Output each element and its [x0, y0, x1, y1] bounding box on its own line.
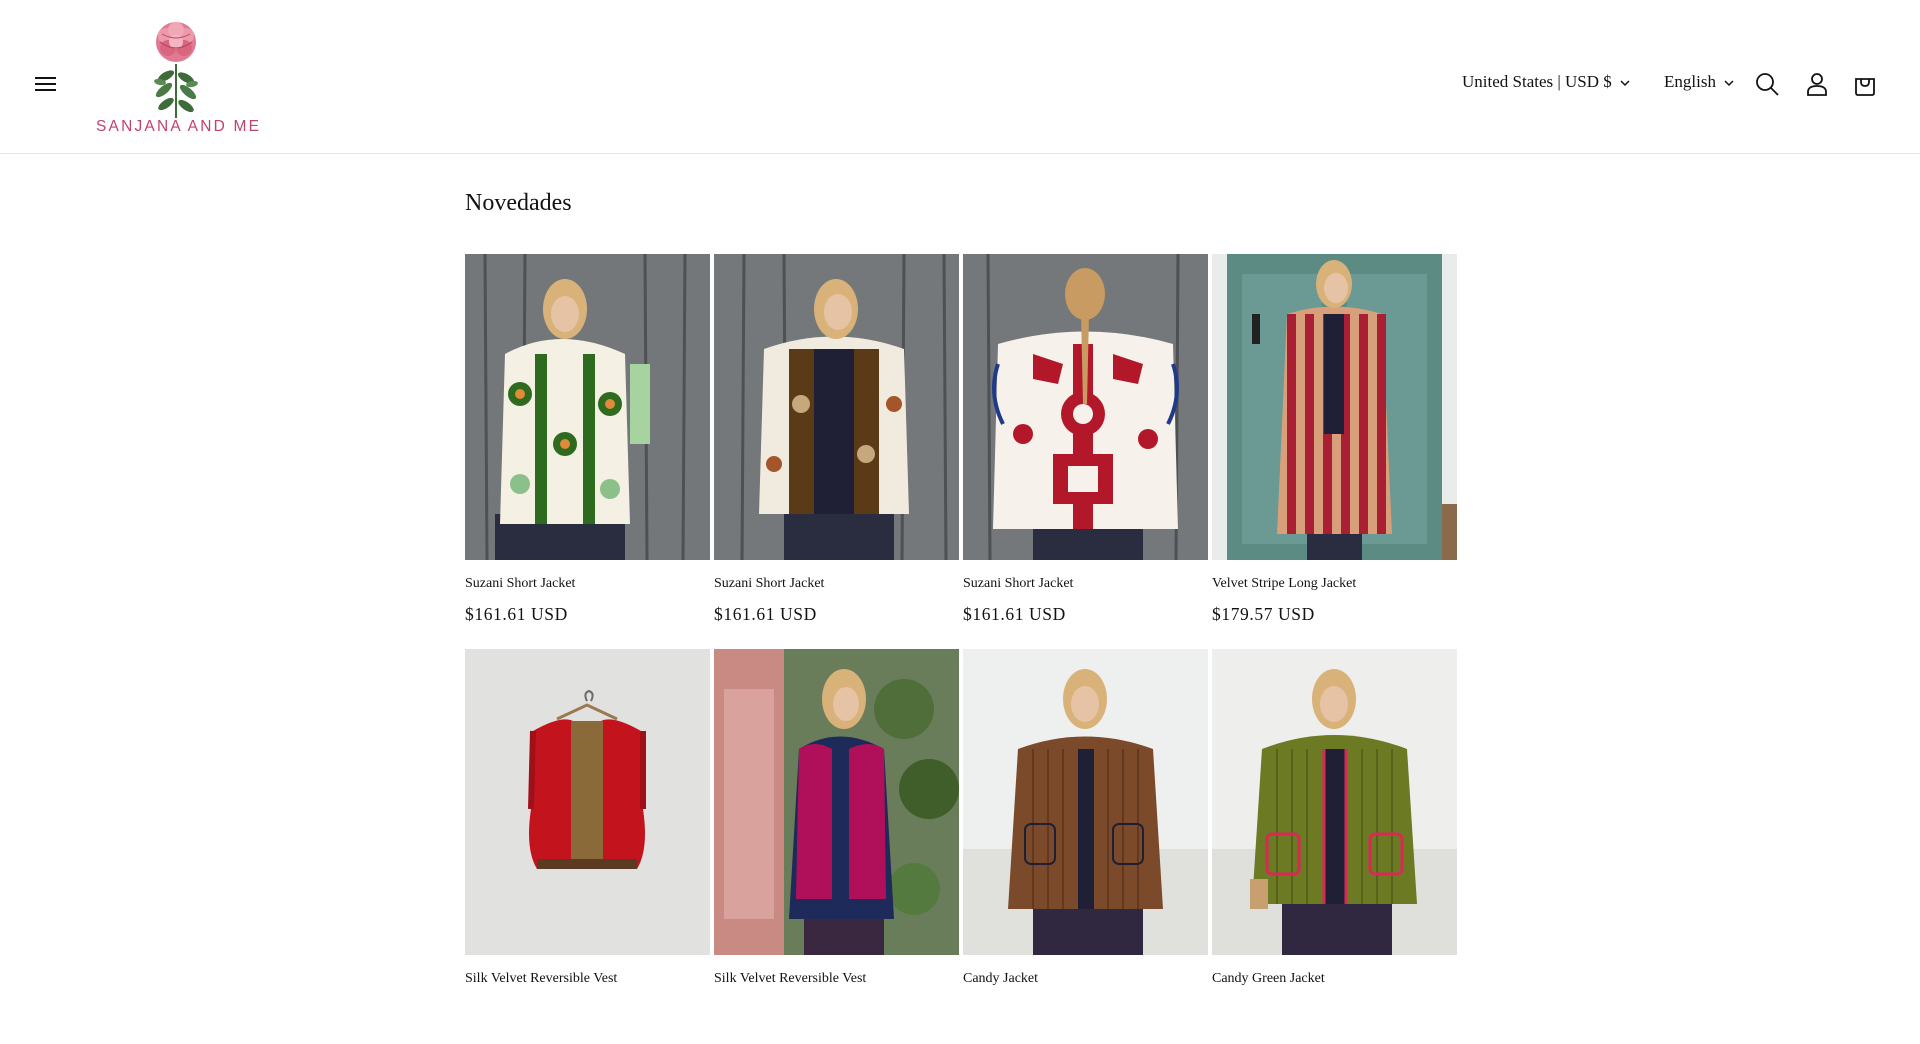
product-grid: Suzani Short Jacket $161.61 USD Suzani S…	[465, 254, 1457, 1044]
product-price: $179.57 USD	[1212, 604, 1315, 624]
search-button[interactable]	[1754, 71, 1780, 97]
cart-icon	[1855, 78, 1875, 96]
cart-button[interactable]	[1852, 71, 1878, 97]
hamburger-line	[35, 83, 56, 85]
language-selector[interactable]: English	[1664, 72, 1734, 96]
product-title[interactable]: Silk Velvet Reversible Vest	[465, 971, 710, 989]
product-photo	[465, 649, 710, 955]
product-card[interactable]: Suzani Short Jacket $161.61 USD	[465, 254, 710, 649]
product-title[interactable]: Candy Green Jacket	[1212, 971, 1457, 989]
product-title[interactable]: Suzani Short Jacket	[465, 576, 710, 594]
product-image[interactable]	[1212, 254, 1457, 560]
hamburger-line	[35, 89, 56, 91]
product-price: $161.61 USD	[963, 604, 1066, 624]
product-image[interactable]	[714, 254, 959, 560]
product-card[interactable]: Velvet Stripe Long Jacket $179.57 USD	[1212, 254, 1457, 649]
product-photo	[1212, 254, 1457, 560]
product-photo	[465, 254, 710, 560]
product-card[interactable]: Silk Velvet Reversible Vest	[714, 649, 959, 1044]
language-label: English	[1664, 72, 1716, 91]
product-price: $161.61 USD	[465, 604, 568, 624]
product-photo	[963, 254, 1208, 560]
product-image[interactable]	[963, 649, 1208, 955]
product-card[interactable]: Candy Jacket	[963, 649, 1208, 1044]
chevron-down-icon	[1724, 80, 1734, 86]
carnation-logo-icon	[154, 22, 198, 118]
account-button[interactable]	[1804, 71, 1830, 97]
product-card[interactable]: Silk Velvet Reversible Vest	[465, 649, 710, 1044]
product-price: $161.61 USD	[714, 604, 817, 624]
product-card[interactable]: Suzani Short Jacket $161.61 USD	[714, 254, 959, 649]
product-image[interactable]	[465, 254, 710, 560]
product-photo	[1212, 649, 1457, 955]
product-image[interactable]	[465, 649, 710, 955]
country-currency-selector[interactable]: United States | USD $	[1462, 72, 1630, 96]
product-photo	[714, 649, 959, 955]
product-title[interactable]: Suzani Short Jacket	[963, 576, 1208, 594]
product-title[interactable]: Candy Jacket	[963, 971, 1208, 989]
product-image[interactable]	[1212, 649, 1457, 955]
hamburger-icon	[35, 77, 56, 79]
logo-text: SANJANA AND ME	[96, 118, 262, 135]
product-title[interactable]: Velvet Stripe Long Jacket	[1212, 576, 1457, 594]
product-photo	[714, 254, 959, 560]
product-card[interactable]: Candy Green Jacket	[1212, 649, 1457, 1044]
product-image[interactable]	[714, 649, 959, 955]
country-label: United States | USD $	[1462, 72, 1612, 91]
site-logo[interactable]: SANJANA AND ME	[96, 20, 262, 146]
menu-button[interactable]	[30, 70, 62, 98]
product-title[interactable]: Suzani Short Jacket	[714, 576, 959, 594]
product-title[interactable]: Silk Velvet Reversible Vest	[714, 971, 959, 989]
account-icon	[1807, 73, 1827, 96]
product-image[interactable]	[963, 254, 1208, 560]
search-icon	[1756, 73, 1779, 96]
product-card[interactable]: Suzani Short Jacket $161.61 USD	[963, 254, 1208, 649]
product-photo	[963, 649, 1208, 955]
section-title: Novedades	[465, 190, 572, 216]
chevron-down-icon	[1620, 80, 1630, 86]
site-header: SANJANA AND ME United States | USD $ Eng…	[0, 0, 1920, 154]
